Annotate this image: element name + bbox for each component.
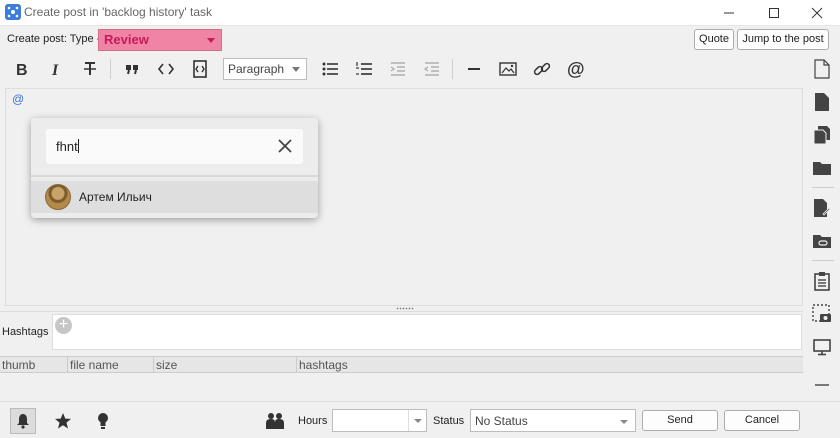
- users-icon[interactable]: [262, 408, 288, 434]
- hours-label: Hours: [298, 415, 328, 427]
- hashtags-area[interactable]: +: [52, 314, 802, 350]
- maximize-icon[interactable]: [751, 0, 797, 26]
- lightbulb-icon[interactable]: [90, 408, 116, 434]
- svg-text:I: I: [51, 62, 59, 77]
- star-icon[interactable]: [50, 408, 76, 434]
- mention-icon[interactable]: @: [564, 57, 588, 81]
- clipboard-icon[interactable]: [811, 270, 833, 292]
- panel-divider: [812, 187, 834, 188]
- blockquote-icon[interactable]: [120, 57, 144, 81]
- resize-handle[interactable]: [396, 307, 414, 310]
- italic-icon[interactable]: I: [44, 57, 68, 81]
- numbered-list-icon[interactable]: [352, 57, 376, 81]
- mention-search-value: fhnt: [56, 139, 78, 154]
- hours-input[interactable]: [332, 409, 427, 432]
- svg-text:@: @: [567, 59, 585, 79]
- strikethrough-icon[interactable]: [78, 57, 102, 81]
- chevron-down-icon: [292, 67, 300, 72]
- outdent-icon[interactable]: [420, 57, 444, 81]
- quote-button[interactable]: Quote: [694, 29, 734, 50]
- paragraph-style-select[interactable]: Paragraph: [223, 58, 307, 80]
- image-icon[interactable]: [496, 57, 520, 81]
- add-hashtag-icon[interactable]: +: [55, 317, 72, 334]
- formatting-toolbar: B I Paragraph @: [0, 53, 840, 87]
- window-title: Create post in 'backlog history' task: [24, 5, 213, 19]
- hashtags-row: Hashtags +: [0, 311, 803, 351]
- post-type-select[interactable]: Review: [98, 29, 222, 51]
- indent-icon[interactable]: [386, 57, 410, 81]
- chevron-down-icon: [207, 38, 215, 43]
- documents-icon[interactable]: [811, 124, 833, 146]
- cancel-button[interactable]: Cancel: [724, 410, 800, 431]
- column-header-thumb[interactable]: thumb: [0, 357, 67, 373]
- close-icon[interactable]: [794, 0, 840, 26]
- svg-text:B: B: [16, 62, 28, 77]
- bold-icon[interactable]: B: [10, 57, 34, 81]
- mention-result-name: Артем Ильич: [79, 190, 152, 204]
- column-header-size[interactable]: size: [153, 357, 296, 373]
- panel-divider: [812, 260, 834, 261]
- text-cursor: [77, 139, 79, 153]
- editor-content: @: [12, 92, 25, 106]
- folder-icon[interactable]: [811, 157, 833, 179]
- type-label: Create post: Type -: [7, 33, 101, 45]
- column-header-hashtags[interactable]: hashtags: [296, 357, 802, 373]
- status-value: No Status: [475, 414, 528, 428]
- notification-bell-icon[interactable]: [10, 408, 36, 434]
- collapse-icon[interactable]: [811, 374, 833, 396]
- document-icon[interactable]: [811, 91, 833, 113]
- mention-popup: fhnt Артем Ильич: [31, 118, 318, 218]
- horizontal-rule-icon[interactable]: [462, 57, 486, 81]
- mention-result-item[interactable]: Артем Ильич: [31, 181, 318, 213]
- toolbar-divider: [452, 59, 453, 79]
- right-tool-panel: [806, 53, 840, 401]
- send-button[interactable]: Send: [642, 410, 718, 431]
- post-type-value: Review: [104, 32, 149, 47]
- title-bar: Create post in 'backlog history' task: [0, 0, 840, 26]
- chevron-down-icon: [620, 420, 628, 424]
- status-select[interactable]: No Status: [470, 409, 636, 432]
- hashtags-label: Hashtags: [2, 326, 49, 338]
- status-label: Status: [433, 415, 465, 427]
- bottom-bar: Hours Status No Status Send Cancel: [0, 401, 840, 438]
- popup-divider: [31, 175, 318, 177]
- avatar: [45, 184, 71, 210]
- link-icon[interactable]: [530, 57, 554, 81]
- chevron-down-icon[interactable]: [408, 410, 426, 431]
- jump-to-post-button[interactable]: Jump to the post: [737, 29, 829, 50]
- bullet-list-icon[interactable]: [318, 57, 342, 81]
- minimize-icon[interactable]: [706, 0, 752, 26]
- folder-link-icon[interactable]: [811, 230, 833, 252]
- attachments-table-header: thumb file name size hashtags: [0, 356, 803, 373]
- toolbar-divider: [110, 59, 111, 79]
- column-header-file-name[interactable]: file name: [67, 357, 153, 373]
- new-document-icon[interactable]: [811, 58, 833, 80]
- code-block-icon[interactable]: [188, 57, 212, 81]
- code-icon[interactable]: [154, 57, 178, 81]
- clear-search-icon[interactable]: [277, 138, 293, 154]
- monitor-icon[interactable]: [811, 336, 833, 358]
- paragraph-style-value: Paragraph: [228, 62, 285, 76]
- screenshot-icon[interactable]: [811, 303, 833, 325]
- post-type-row: Create post: Type - Review Quote Jump to…: [0, 27, 840, 52]
- mention-search-input[interactable]: fhnt: [46, 129, 303, 164]
- document-edit-icon[interactable]: [811, 197, 833, 219]
- attachments-table-body: [0, 373, 803, 400]
- app-icon: [5, 4, 21, 20]
